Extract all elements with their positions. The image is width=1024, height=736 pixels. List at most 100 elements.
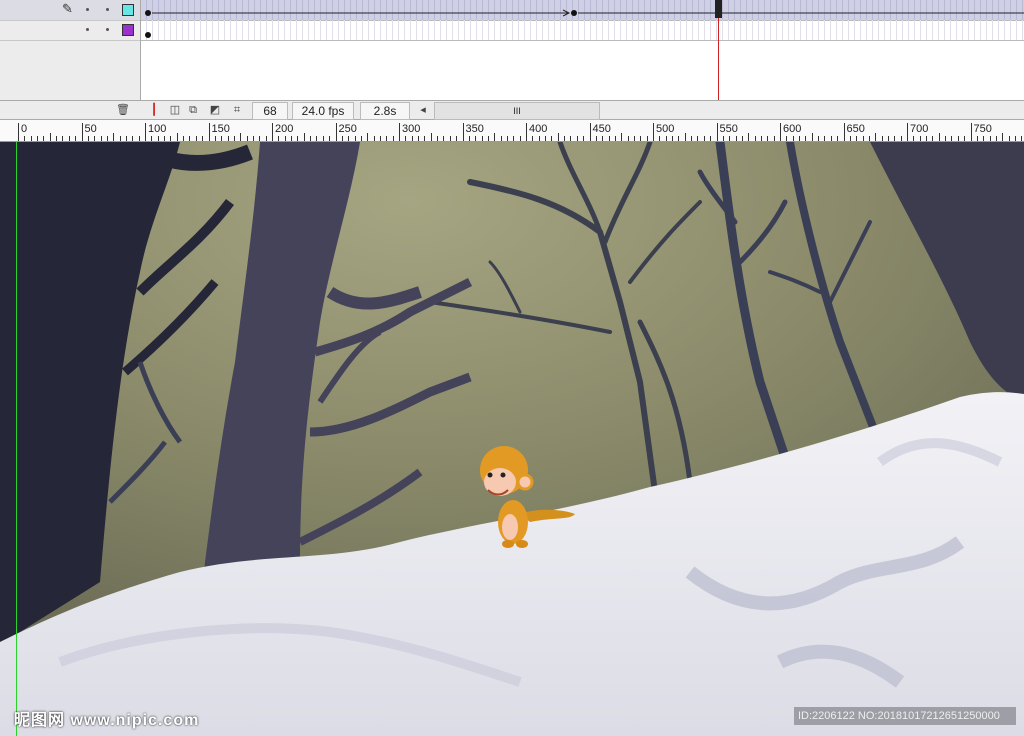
- trash-icon[interactable]: 🗑: [116, 103, 130, 117]
- ruler-tick: [938, 133, 940, 141]
- frame-grid[interactable]: [141, 0, 1024, 100]
- ruler-tick: [310, 136, 312, 141]
- ruler-tick: [1021, 136, 1023, 141]
- stage-canvas[interactable]: [0, 142, 1024, 736]
- outline-color-swatch[interactable]: [122, 4, 134, 16]
- ruler-tick: [926, 136, 928, 141]
- center-frame-icon[interactable]: ┃: [147, 103, 161, 117]
- ruler-label: 450: [592, 123, 611, 135]
- ruler-tick: [30, 136, 32, 141]
- ruler-tick: [195, 136, 197, 141]
- ruler-label: 650: [846, 123, 865, 135]
- ruler-tick: [589, 123, 591, 141]
- watermark-logo: 昵图网 www.nipic.com: [14, 712, 200, 729]
- scroll-left-icon[interactable]: ◂: [416, 103, 430, 117]
- ruler-tick: [976, 136, 978, 141]
- ruler-label: 100: [148, 123, 167, 135]
- ruler-tick: [49, 133, 51, 141]
- lock-dot[interactable]: [106, 8, 109, 11]
- ruler-tick: [970, 123, 972, 141]
- ruler-tick: [424, 136, 426, 141]
- elapsed-time: 2.8s: [360, 102, 410, 120]
- onion-outline-icon[interactable]: ⧉: [186, 103, 200, 117]
- ruler-tick: [240, 133, 242, 141]
- current-frame: 68: [252, 102, 288, 120]
- ruler-tick: [1002, 133, 1004, 141]
- ruler-label: 500: [656, 123, 675, 135]
- ruler-tick: [564, 136, 566, 141]
- ruler-tick: [379, 136, 381, 141]
- ruler-tick: [405, 136, 407, 141]
- ruler-tick: [621, 133, 623, 141]
- ruler-label: 700: [910, 123, 929, 135]
- pencil-icon: ✎: [62, 1, 73, 16]
- ruler-tick: [653, 123, 654, 141]
- ruler-tick: [418, 136, 420, 141]
- lock-dot[interactable]: [106, 28, 109, 31]
- onion-skin-icon[interactable]: ◫: [168, 103, 182, 117]
- ruler-tick: [792, 136, 794, 141]
- tween-span: [145, 9, 1024, 17]
- ruler-tick: [875, 133, 877, 141]
- ruler-tick: [176, 133, 178, 141]
- ruler-tick: [932, 136, 934, 141]
- ruler-tick: [538, 136, 540, 141]
- ruler-tick: [214, 136, 216, 141]
- ruler-tick: [614, 136, 616, 141]
- ruler-tick: [526, 123, 527, 141]
- ruler-tick: [881, 136, 883, 141]
- ruler-tick: [957, 136, 959, 141]
- ruler-label: 600: [783, 123, 802, 135]
- ruler-tick: [81, 123, 83, 141]
- ruler-tick: [138, 136, 140, 141]
- frame-row-2[interactable]: [141, 20, 1024, 41]
- ruler-tick: [487, 136, 489, 141]
- ruler-tick: [849, 136, 851, 141]
- ruler-label: 0: [21, 123, 28, 135]
- playhead-handle[interactable]: [715, 0, 722, 18]
- ruler-tick: [125, 136, 127, 141]
- ruler-tick: [157, 136, 159, 141]
- ruler-tick: [722, 136, 724, 141]
- ruler-tick: [329, 136, 331, 141]
- ruler-tick: [951, 136, 953, 141]
- ruler-tick: [151, 136, 153, 141]
- ruler-tick: [754, 136, 756, 141]
- ruler-tick: [640, 136, 642, 141]
- ruler-tick: [710, 136, 712, 141]
- ruler-tick: [335, 123, 337, 141]
- ruler-tick: [805, 136, 807, 141]
- forest-scene: [0, 142, 1024, 736]
- layer-row-2[interactable]: [0, 20, 140, 41]
- frame-row-1[interactable]: [141, 0, 1024, 21]
- visibility-dot[interactable]: [86, 8, 89, 11]
- ruler-tick: [919, 136, 921, 141]
- horizontal-scrollbar[interactable]: III: [434, 102, 600, 120]
- ruler-tick: [684, 133, 686, 141]
- ruler-tick: [748, 133, 750, 141]
- ruler-tick: [862, 136, 864, 141]
- ruler-tick: [367, 133, 369, 141]
- stage-ruler: 0 50 100 150 200 250 300 350 400 450 500 550 600 650 7…: [0, 120, 1024, 142]
- ruler-tick: [741, 136, 743, 141]
- ruler-tick: [570, 136, 572, 141]
- ruler-label: 400: [529, 123, 548, 135]
- outline-color-swatch[interactable]: [122, 24, 134, 36]
- ruler-tick: [87, 136, 89, 141]
- ruler-tick: [183, 136, 185, 141]
- modify-markers-icon[interactable]: ⌗: [230, 103, 244, 117]
- edit-multiple-frames-icon[interactable]: ◩: [208, 103, 222, 117]
- ruler-tick: [995, 136, 997, 141]
- ruler-tick: [735, 136, 737, 141]
- ruler-tick: [964, 136, 966, 141]
- ruler-tick: [760, 136, 762, 141]
- ruler-tick: [837, 136, 839, 141]
- ruler-tick: [170, 136, 172, 141]
- layer-row-1[interactable]: ✎: [0, 0, 140, 21]
- ruler-tick: [513, 136, 515, 141]
- ruler-label: 150: [211, 123, 230, 135]
- ruler-tick: [532, 136, 534, 141]
- ruler-tick: [887, 136, 889, 141]
- ruler-tick: [252, 136, 254, 141]
- visibility-dot[interactable]: [86, 28, 89, 31]
